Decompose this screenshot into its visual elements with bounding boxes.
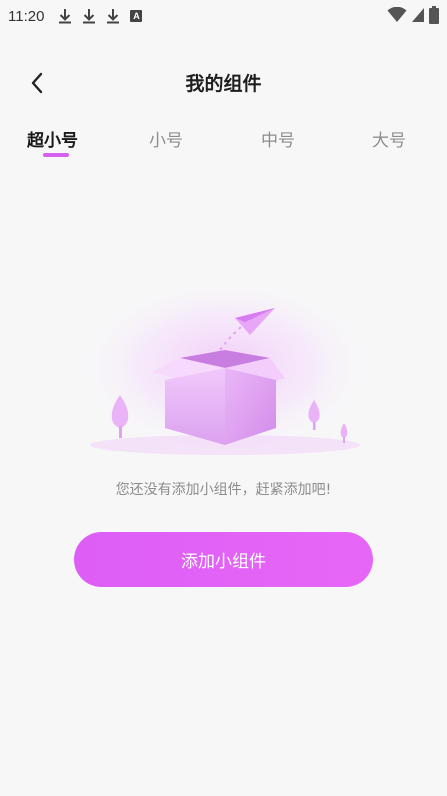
add-widget-button[interactable]: 添加小组件 [74,532,373,587]
download-icon [59,9,72,24]
empty-box-illustration [75,285,375,460]
tab-large[interactable]: 大号 [372,126,406,166]
signal-icon [412,8,424,22]
header: 我的组件 [0,60,447,104]
tab-medium[interactable]: 中号 [261,126,295,166]
empty-state-message: 您还没有添加小组件，赶紧添加吧! [115,482,332,498]
page-title: 我的组件 [185,72,262,95]
chevron-left-icon [31,72,43,94]
tab-extra-small[interactable]: 超小号 [27,126,78,166]
wifi-icon [387,7,407,22]
a-badge-icon: A [130,10,143,22]
back-button[interactable] [22,68,52,98]
download-icon [107,9,120,24]
notification-icons: A [58,8,143,24]
active-tab-indicator [43,153,69,157]
size-tabs: 超小号 小号 中号 大号 [0,120,447,164]
system-icons [387,6,439,24]
status-bar: 11:20 A [0,0,447,32]
battery-icon [429,6,439,24]
download-icon [83,9,96,24]
tab-small[interactable]: 小号 [149,126,183,166]
status-time: 11:20 [8,7,45,25]
